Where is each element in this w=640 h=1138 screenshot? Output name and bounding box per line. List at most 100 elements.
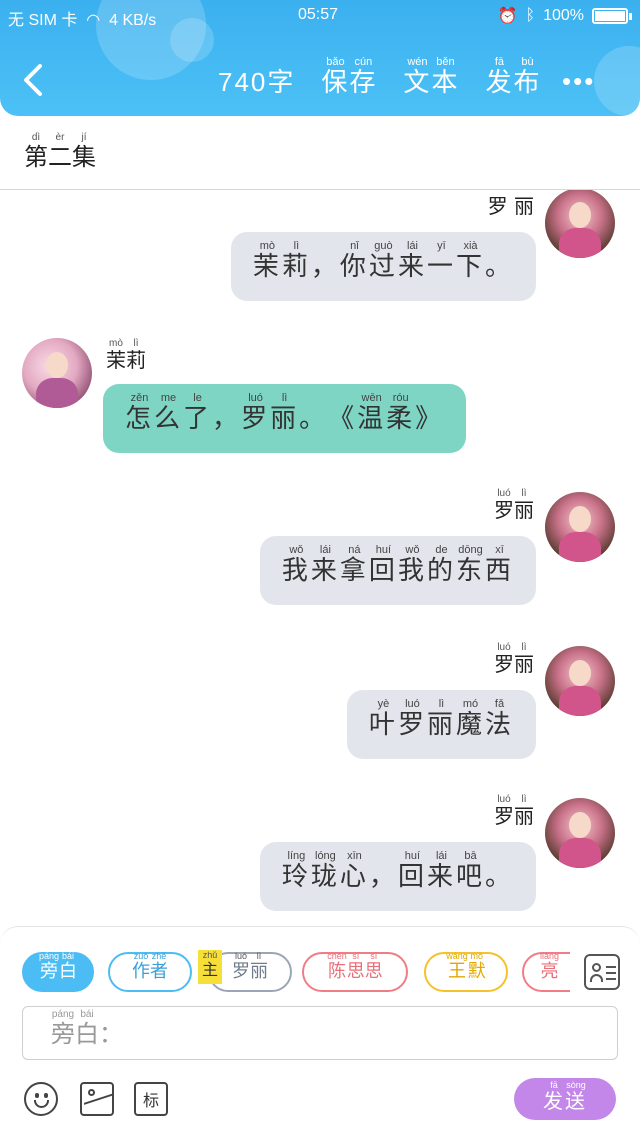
role-chip-narrator[interactable]: 旁páng 白bái (22, 951, 94, 992)
role-chip-liang[interactable]: 亮liàng (522, 951, 570, 992)
ch: 丽 (514, 652, 534, 676)
ch: 丽 (514, 194, 534, 218)
avatar-luoli[interactable] (545, 492, 615, 562)
py: luó (494, 642, 514, 653)
py: lái (426, 850, 456, 862)
role-selector[interactable]: 旁páng 白bái 作zuò 者zhě 罗luó 丽lì 陈chén 思sī 思sī 王… (22, 950, 570, 994)
avatar-luoli[interactable] (545, 646, 615, 716)
tag-button[interactable]: 标 (134, 1082, 168, 1116)
py (485, 240, 514, 252)
message-input[interactable]: 旁páng 白bái： (22, 1006, 618, 1060)
save-button[interactable]: 保bǎo存cún (321, 56, 377, 99)
avatar-moli[interactable] (22, 338, 92, 408)
message-bubble[interactable]: 我wǒ来lái拿ná回huí我wǒ的de东dōng西xī (259, 536, 536, 605)
ch: 来 (426, 862, 456, 892)
ch: 一 (426, 252, 456, 282)
py: luó (494, 488, 514, 499)
ch: 白 (59, 961, 78, 982)
icon-part (606, 972, 616, 974)
ch: 玲 (281, 862, 311, 892)
py: luó (232, 951, 250, 961)
ch: ， (368, 862, 398, 892)
py: bái (75, 1009, 99, 1020)
ch: 思 (364, 961, 383, 982)
py: wáng (446, 951, 468, 961)
clock: 05:57 (298, 6, 339, 23)
word-count: 740字 (218, 62, 295, 99)
py: fǎ (484, 698, 514, 710)
py: huí (368, 544, 398, 556)
py: zhǔ (201, 950, 218, 960)
ch: 陈 (327, 961, 347, 982)
message-bubble[interactable]: 叶yè罗luó丽lì魔mó法fǎ (346, 690, 536, 759)
ch: 回 (397, 862, 427, 892)
py: zěn (125, 392, 154, 404)
avatar-dress (559, 532, 601, 562)
speaker-name: 罗luó丽lì (494, 794, 534, 829)
role-chip-chensisi[interactable]: 陈chén 思sī 思sī (302, 951, 408, 992)
py: jí (72, 132, 96, 143)
ch: 文 (403, 68, 432, 98)
ch: 者 (150, 961, 168, 982)
text-button[interactable]: 文wén本běn (403, 56, 459, 99)
ch: 我 (397, 556, 427, 586)
ch: 第 (24, 143, 48, 171)
ch: 你 (339, 252, 369, 282)
chat-list[interactable]: 罗 丽 茉mò莉lì， 你nǐ过guò来lái一yī下xià。 茉mò莉lì 怎… (0, 190, 640, 926)
avatar-dress (36, 378, 78, 408)
ch: 丽 (250, 961, 268, 982)
py (99, 1009, 123, 1020)
speaker-name: 罗luó丽lì (494, 642, 534, 677)
message-bubble[interactable]: 玲líng珑lóng心xīn， 回huí来lái吧bā。 (259, 842, 536, 911)
message-bubble[interactable]: 茉mò莉lì， 你nǐ过guò来lái一yī下xià。 (230, 232, 536, 301)
ch: 布 (513, 68, 542, 98)
py: bǎo (321, 56, 350, 68)
image-icon[interactable] (80, 1082, 114, 1116)
ch: 存 (349, 68, 378, 98)
ch: 二 (48, 143, 72, 171)
more-menu-icon[interactable]: ••• (562, 66, 595, 97)
back-arrow-icon[interactable] (22, 62, 44, 98)
py: lì (250, 951, 268, 961)
py: sī (346, 951, 365, 961)
ch: 本 (431, 68, 460, 98)
py: lì (514, 488, 534, 499)
ch: 丽 (426, 710, 456, 740)
py: páng (38, 951, 60, 961)
message-bubble[interactable]: 怎zěn么me了le， 罗luó丽lì。 《 温wēn柔róu》 (103, 384, 467, 453)
role-chip-wangmo[interactable]: 王wáng 默mò (424, 951, 508, 992)
ch: 珑 (310, 862, 340, 892)
py: de (426, 544, 456, 556)
send-button[interactable]: 发fā 送sòng (514, 1078, 616, 1120)
icon-part (44, 1093, 48, 1098)
py: luó (241, 392, 271, 404)
ch: 罗 (487, 194, 508, 218)
ch: 丽 (270, 404, 300, 434)
py: cún (349, 56, 378, 68)
avatar-face (569, 812, 591, 838)
py: ná (339, 544, 369, 556)
py: mó (455, 698, 485, 710)
icon-part (606, 978, 616, 980)
ch: 丽 (514, 498, 534, 522)
py: lái (310, 544, 340, 556)
role-chip-author[interactable]: 作zuò 者zhě (108, 951, 192, 992)
avatar-luoli[interactable] (545, 798, 615, 868)
py: xī (484, 544, 514, 556)
py: wēn (357, 392, 387, 404)
publish-button[interactable]: 发fā布bù (485, 56, 541, 99)
emoji-icon[interactable] (24, 1082, 58, 1116)
ch: 西 (484, 556, 514, 586)
py: mò (106, 338, 126, 349)
battery-percent: 100% (543, 7, 584, 24)
word-count-text: 740字 (218, 67, 296, 97)
ch: 旁 (51, 1020, 75, 1048)
py: běn (431, 56, 460, 68)
ch: ： (99, 1020, 123, 1048)
episode-title[interactable]: 第dì二èr集jí (24, 132, 96, 172)
contacts-icon[interactable] (584, 954, 620, 990)
ch: 罗 (494, 652, 514, 676)
avatar-luoli[interactable] (545, 190, 615, 258)
ch: 丽 (514, 804, 534, 828)
ch: 。 (484, 862, 514, 892)
